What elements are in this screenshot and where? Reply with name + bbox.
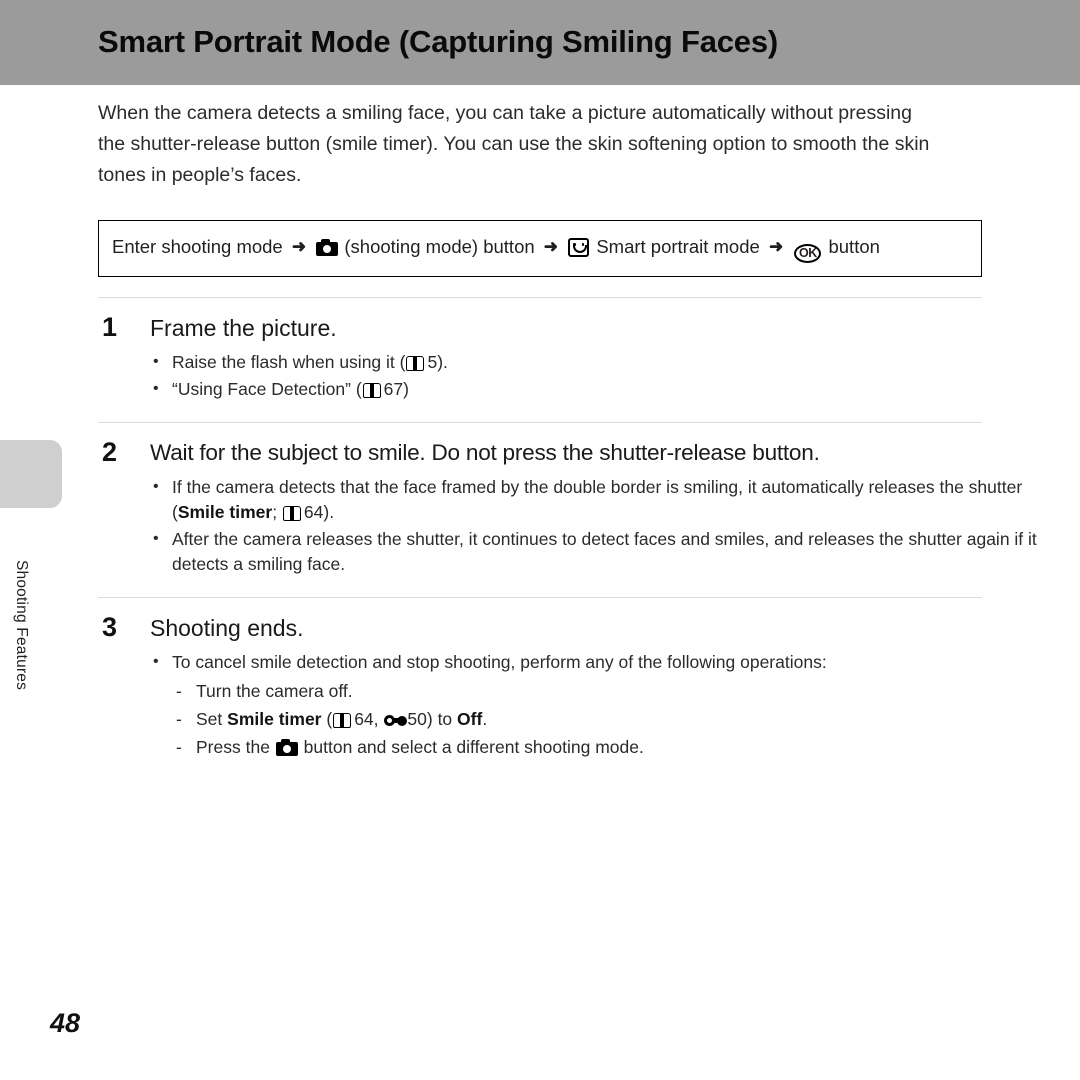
section-tab-label: Shooting Features	[13, 560, 30, 691]
bullet-text: Raise the flash when using it (	[172, 352, 406, 372]
list-item: “Using Face Detection” ( 67)	[150, 376, 982, 402]
nav-path-segment-3: Smart portrait mode	[596, 236, 760, 257]
step-1: 1 Frame the picture. Raise the flash whe…	[98, 312, 982, 402]
list-item: After the camera releases the shutter, i…	[150, 526, 1062, 577]
bullet-text-tail: ).	[437, 352, 448, 372]
sub-list-item: Set Smile timer (64, 50) to Off.	[150, 705, 982, 733]
subitem-emphasis: Smile timer	[227, 709, 322, 729]
nav-path-segment-1: Enter shooting mode	[112, 236, 283, 257]
bullet-text-tail: )	[403, 379, 409, 399]
reference-section-icon	[384, 714, 408, 727]
step-title: Frame the picture.	[150, 315, 337, 341]
page-title: Smart Portrait Mode (Capturing Smiling F…	[98, 24, 778, 59]
step-number: 3	[102, 612, 118, 642]
step-divider	[98, 297, 982, 298]
step-2: 2 Wait for the subject to smile. Do not …	[98, 437, 1037, 577]
step-divider	[98, 597, 982, 598]
book-icon	[333, 713, 352, 728]
page-content: When the camera detects a smiling face, …	[98, 98, 1037, 761]
bullet-text: “Using Face Detection” (	[172, 379, 362, 399]
page-reference: 5	[427, 352, 438, 372]
bullet-text-mid: ;	[272, 502, 282, 522]
page-number: 48	[50, 1008, 81, 1038]
book-icon	[362, 383, 381, 398]
book-icon	[282, 506, 301, 521]
subitem-text-tail: .	[482, 709, 488, 729]
step-bullet-list: Raise the flash when using it ( 5). “Usin…	[150, 349, 982, 402]
step-bullet-list: To cancel smile detection and stop shoot…	[150, 649, 982, 761]
camera-icon	[316, 239, 339, 256]
subitem-text-mid: (	[321, 709, 333, 729]
bullet-emphasis: Smile timer	[177, 502, 273, 522]
step-title: Wait for the subject to smile. Do not pr…	[150, 440, 820, 465]
section-tab-marker	[0, 440, 62, 508]
page-reference: 64	[303, 502, 324, 522]
subitem-text: Press the	[196, 737, 275, 757]
book-icon	[406, 356, 425, 371]
sub-list-item: Press the button and select a different …	[150, 733, 982, 761]
subitem-text-tail: button and select a different shooting m…	[298, 737, 644, 757]
reference-section-page: 50	[407, 709, 427, 729]
subitem-text: Turn the camera off.	[196, 681, 353, 701]
bullet-text: After the camera releases the shutter, i…	[172, 529, 1037, 574]
nav-path-segment-4: button	[828, 236, 880, 257]
bullet-text-tail: ).	[323, 502, 335, 522]
page-reference: 67	[383, 379, 404, 399]
camera-icon	[275, 739, 298, 756]
reference-separator: ,	[373, 709, 384, 729]
step-divider	[98, 422, 982, 423]
list-item: If the camera detects that the face fram…	[150, 474, 1062, 525]
arrow-right-icon: ➜	[768, 237, 784, 256]
sub-list-item: Turn the camera off.	[150, 677, 982, 705]
ok-button-icon: OK	[794, 244, 822, 263]
bullet-text: To cancel smile detection and stop shoot…	[172, 652, 827, 672]
step-number: 1	[102, 312, 118, 342]
step-number: 2	[102, 437, 118, 467]
arrow-right-icon: ➜	[543, 237, 559, 256]
smart-portrait-icon	[568, 238, 590, 257]
subitem-text: Set	[196, 709, 228, 729]
list-item: Raise the flash when using it ( 5).	[150, 349, 982, 375]
list-item: To cancel smile detection and stop shoot…	[150, 649, 1062, 675]
page-reference: 64	[354, 709, 374, 729]
subitem-emphasis-2: Off	[457, 709, 483, 729]
nav-path-segment-2: (shooting mode) button	[344, 236, 535, 257]
step-3: 3 Shooting ends. To cancel smile detecti…	[98, 612, 982, 761]
step-bullet-list: If the camera detects that the face fram…	[150, 474, 1037, 577]
intro-paragraph: When the camera detects a smiling face, …	[98, 102, 930, 186]
step-title: Shooting ends.	[150, 615, 304, 641]
arrow-right-icon: ➜	[291, 237, 307, 256]
subitem-text-mid2: ) to	[426, 709, 458, 729]
navigation-path-box: Enter shooting mode ➜ (shooting mode) bu…	[98, 220, 982, 277]
